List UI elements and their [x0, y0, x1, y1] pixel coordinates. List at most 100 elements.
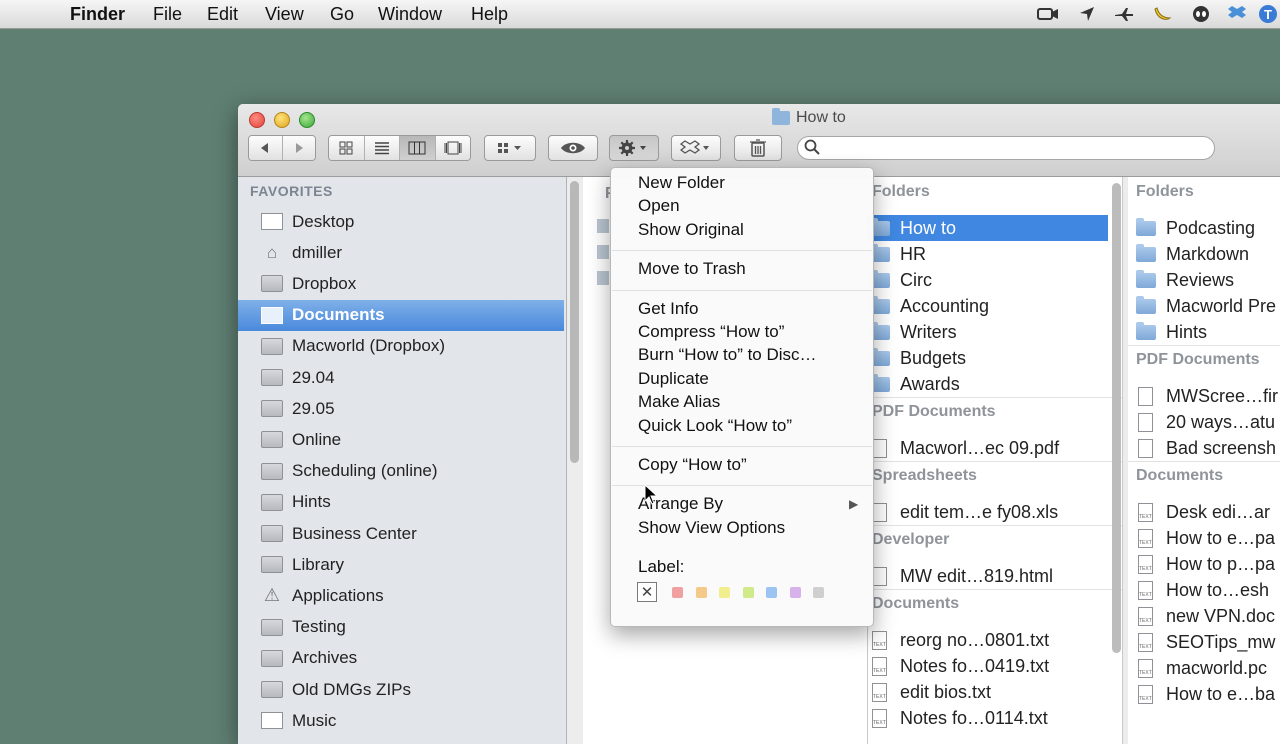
zoom-button[interactable] [299, 112, 315, 128]
menu-item-compress-how-to[interactable]: Compress “How to” [638, 322, 784, 342]
file-row[interactable]: new VPN.doc [1128, 603, 1280, 629]
folder-row[interactable]: Circ [868, 267, 1108, 293]
minimize-button[interactable] [274, 112, 290, 128]
sidebar-item-music[interactable]: Music [238, 705, 564, 736]
menu-item-copy-how-to[interactable]: Copy “How to” [638, 455, 747, 475]
file-row[interactable]: How to p…pa [1128, 551, 1280, 577]
folder-row[interactable]: HR [868, 241, 1108, 267]
sidebar-item-hints[interactable]: Hints [238, 487, 564, 518]
menu-finder[interactable]: Finder [70, 4, 125, 24]
file-row[interactable]: Notes fo…0114.txt [868, 705, 1108, 731]
label-none-button[interactable]: ✕ [637, 582, 657, 602]
file-row[interactable]: MW edit…819.html [868, 563, 1108, 589]
label-color-swatch[interactable] [789, 587, 801, 598]
folder-row[interactable]: Macworld Pre [1128, 293, 1280, 319]
file-row[interactable]: 20 ways…atu [1128, 409, 1280, 435]
menu-item-burn-how-to-to-disc[interactable]: Burn “How to” to Disc… [638, 345, 817, 365]
back-button[interactable] [249, 136, 283, 160]
file-row[interactable]: How to e…pa [1128, 525, 1280, 551]
banana-icon[interactable] [1150, 3, 1174, 25]
menu-view[interactable]: View [265, 4, 304, 24]
menu-item-get-info[interactable]: Get Info [638, 299, 698, 319]
file-row[interactable]: SEOTips_mw [1128, 629, 1280, 655]
trash-button[interactable] [734, 135, 782, 161]
close-button[interactable] [249, 112, 265, 128]
label-color-swatch[interactable] [766, 587, 777, 598]
arrange-button[interactable] [484, 135, 536, 161]
column-view-button[interactable] [400, 136, 436, 160]
menu-item-show-view-options[interactable]: Show View Options [638, 518, 785, 538]
sidebar-item-macworld-dropbox[interactable]: Macworld (Dropbox) [238, 331, 564, 362]
label-color-swatch[interactable] [695, 587, 707, 598]
file-row[interactable]: MWScree…fir [1128, 383, 1280, 409]
sidebar-item-testing[interactable]: Testing [238, 612, 564, 643]
sidebar-item-dropbox[interactable]: Dropbox [238, 268, 564, 299]
sidebar-item-29-04[interactable]: 29.04 [238, 362, 564, 393]
file-row[interactable]: macworld.pc [1128, 655, 1280, 681]
sidebar-item-old-dmgs-zips[interactable]: Old DMGs ZIPs [238, 674, 564, 705]
folder-row[interactable]: Writers [868, 319, 1108, 345]
camera-icon[interactable] [1036, 3, 1060, 25]
menu-window[interactable]: Window [378, 4, 442, 24]
menu-item-open[interactable]: Open [638, 196, 680, 216]
menu-item-quick-look-how-to[interactable]: Quick Look “How to” [638, 416, 792, 436]
action-button[interactable] [609, 135, 659, 161]
folder-row[interactable]: Awards [868, 371, 1108, 397]
menu-edit[interactable]: Edit [207, 4, 238, 24]
search-field[interactable] [797, 136, 1215, 160]
file-row[interactable]: How to…esh [1128, 577, 1280, 603]
icon-view-button[interactable] [329, 136, 365, 160]
menu-go[interactable]: Go [330, 4, 354, 24]
folder-row[interactable]: Budgets [868, 345, 1108, 371]
sidebar-scroll-thumb[interactable] [570, 181, 579, 463]
label-color-swatch[interactable] [742, 587, 754, 598]
menu-item-new-folder[interactable]: New Folder [638, 173, 725, 193]
file-row[interactable]: Desk edi…ar [1128, 499, 1280, 525]
sidebar-item-dmiller[interactable]: ⌂ dmiller [238, 237, 564, 268]
sidebar-item-documents[interactable]: Documents [238, 299, 564, 331]
column-2-scrollbar[interactable] [1112, 183, 1121, 653]
file-row[interactable]: edit tem…e fy08.xls [868, 499, 1108, 525]
file-row[interactable]: Bad screensh [1128, 435, 1280, 461]
folder-row[interactable]: Markdown [1128, 241, 1280, 267]
sidebar-item-desktop[interactable]: Desktop [238, 206, 564, 237]
file-row[interactable]: Macworl…ec 09.pdf [868, 435, 1108, 461]
sidebar-item-business-center[interactable]: Business Center [238, 518, 564, 549]
sidebar-scrollbar[interactable] [568, 177, 582, 744]
label-color-swatch[interactable] [719, 587, 730, 598]
plane-icon[interactable] [1112, 3, 1136, 25]
folder-row[interactable]: Reviews [1128, 267, 1280, 293]
sidebar-item-archives[interactable]: Archives [238, 643, 564, 674]
sidebar-item-scheduling-online[interactable]: Scheduling (online) [238, 456, 564, 487]
folder-row[interactable]: Hints [1128, 319, 1280, 345]
sidebar-item-applications[interactable]: ⚠ Applications [238, 580, 564, 611]
list-view-button[interactable] [364, 136, 400, 160]
file-row[interactable]: reorg no…0801.txt [868, 627, 1108, 653]
quick-look-button[interactable] [548, 135, 598, 161]
menu-item-show-original[interactable]: Show Original [638, 220, 744, 240]
file-row[interactable]: Notes fo…0419.txt [868, 653, 1108, 679]
menu-item-make-alias[interactable]: Make Alias [638, 392, 720, 412]
menu-item-move-to-trash[interactable]: Move to Trash [638, 259, 746, 279]
label-color-swatch[interactable] [672, 587, 683, 598]
user-t-icon[interactable]: T [1256, 3, 1280, 25]
dropbox-button[interactable] [671, 135, 721, 161]
menu-help[interactable]: Help [471, 4, 508, 24]
folder-row[interactable]: Accounting [868, 293, 1108, 319]
sidebar-item-library[interactable]: Library [238, 549, 564, 580]
dropbox-icon[interactable] [1225, 3, 1249, 25]
file-row[interactable]: edit bios.txt [868, 679, 1108, 705]
alien-icon[interactable] [1189, 3, 1213, 25]
label-color-swatch[interactable] [813, 587, 824, 598]
menu-file[interactable]: File [153, 4, 182, 24]
sidebar-item-online[interactable]: Online [238, 424, 564, 455]
sidebar-item-label: 29.04 [292, 367, 335, 387]
file-row[interactable]: How to e…ba [1128, 681, 1280, 707]
location-icon[interactable] [1075, 3, 1099, 25]
sidebar-item-29-05[interactable]: 29.05 [238, 393, 564, 424]
folder-row[interactable]: How to [868, 215, 1108, 241]
folder-row[interactable]: Podcasting [1128, 215, 1280, 241]
coverflow-view-button[interactable] [435, 136, 470, 160]
forward-button[interactable] [282, 136, 315, 160]
menu-item-duplicate[interactable]: Duplicate [638, 369, 709, 389]
